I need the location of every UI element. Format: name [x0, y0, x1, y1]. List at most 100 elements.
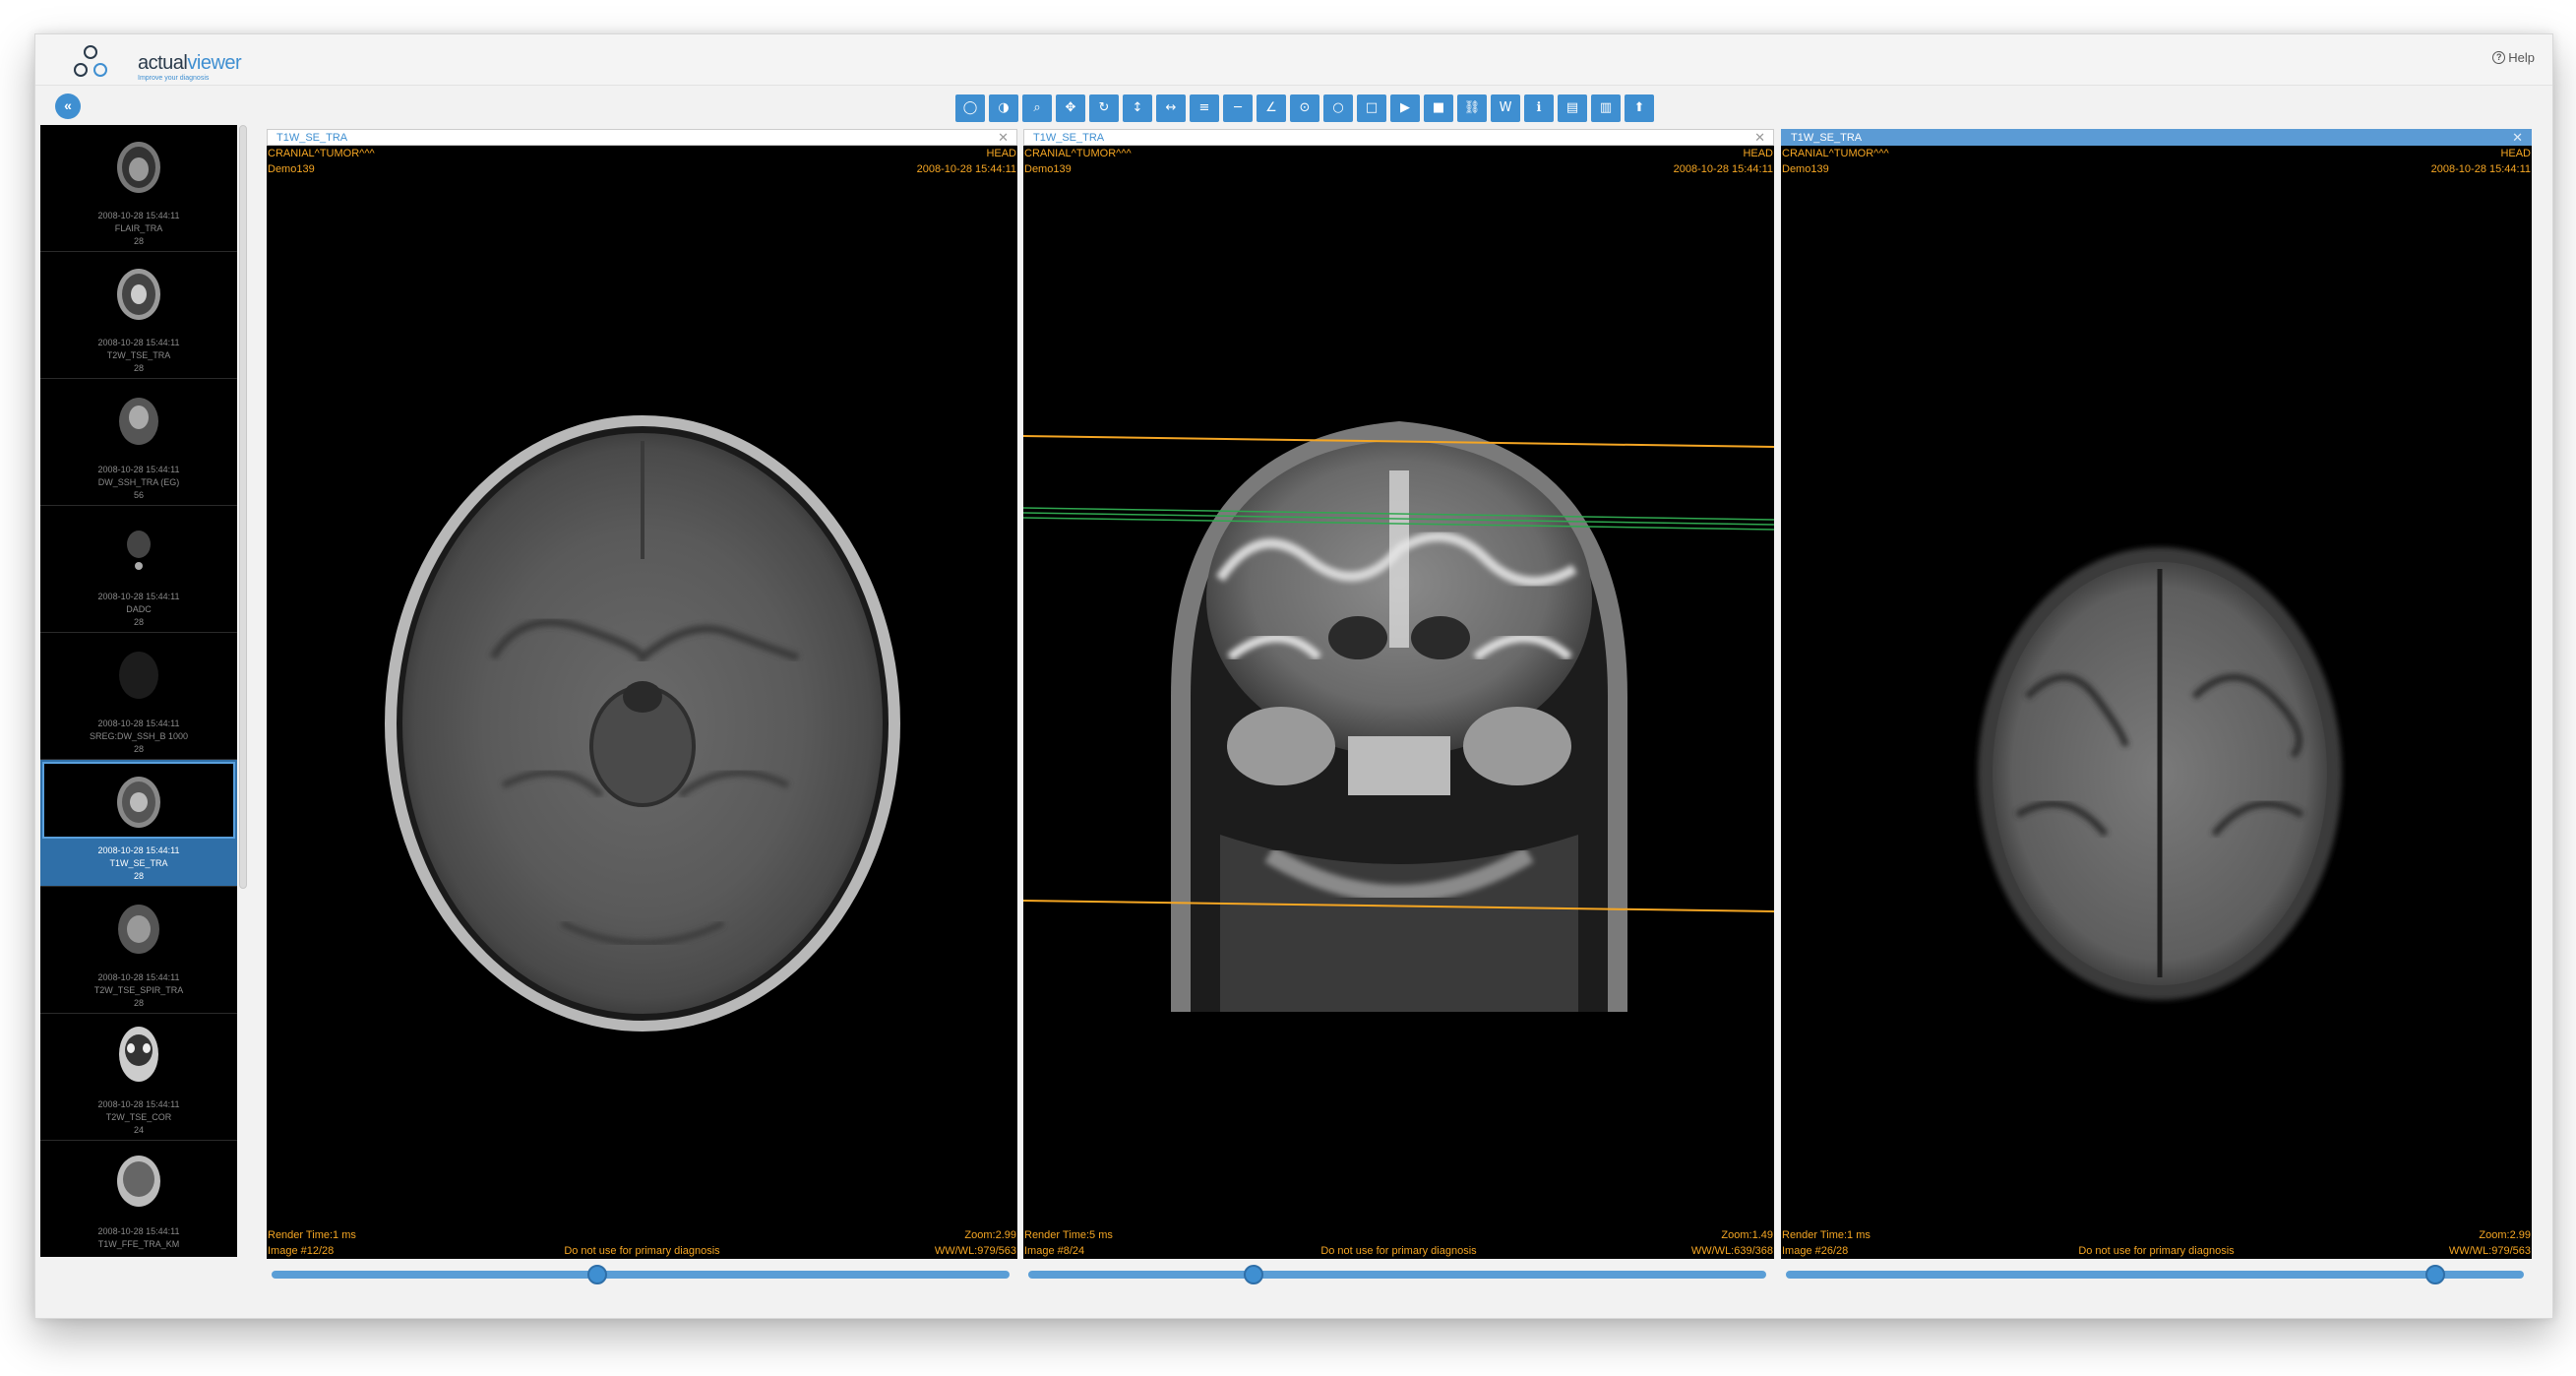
- link-icon: ⛓: [1463, 100, 1481, 115]
- zoom-button[interactable]: ⌕: [1022, 94, 1052, 122]
- viewport-canvas[interactable]: CRANIAL^TUMOR^^^ Demo139 HEAD 2008-10-28 15…: [1023, 146, 1774, 1259]
- stack-icon: ≡: [1198, 100, 1210, 115]
- series-name: DW_SSH_TRA (EG): [97, 477, 180, 487]
- pin-button[interactable]: ⬆: [1625, 94, 1654, 122]
- help-label: Help: [2508, 50, 2535, 65]
- overlay-top-left: CRANIAL^TUMOR^^^ Demo139: [1024, 146, 1132, 177]
- body-part: HEAD: [1743, 148, 1773, 159]
- document-button[interactable]: ▤: [1558, 94, 1587, 122]
- series-item[interactable]: 2008-10-28 15:44:11 FLAIR_TRA 28: [40, 125, 237, 252]
- slider-thumb[interactable]: [1244, 1265, 1263, 1284]
- series-date: 2008-10-28 15:44:11: [97, 1099, 180, 1109]
- viewport-canvas[interactable]: CRANIAL^TUMOR^^^ Demo139 HEAD 2008-10-28 15…: [267, 146, 1017, 1259]
- window-level-icon: ◯: [962, 100, 978, 115]
- series-item[interactable]: 2008-10-28 15:44:11 T1W_SE_TRA 28: [40, 760, 237, 887]
- window-level: WW/WL:979/563: [2448, 1245, 2531, 1257]
- series-date: 2008-10-28 15:44:11: [97, 972, 180, 982]
- series-meta: 2008-10-28 15:44:11 T2W_TSE_TRA 28: [40, 337, 237, 375]
- play-button[interactable]: ▶: [1390, 94, 1420, 122]
- help-link[interactable]: ? Help: [2492, 50, 2535, 65]
- stack-button[interactable]: ≡: [1190, 94, 1219, 122]
- series-item[interactable]: 2008-10-28 15:44:11 T2W_TSE_COR 24: [40, 1014, 237, 1141]
- flip-horizontal-button[interactable]: ↔: [1156, 94, 1186, 122]
- viewport[interactable]: T1W_SE_TRA ✕ CRANIAL^TUMOR^^^ Demo139 HEAD 2…: [267, 129, 1017, 1271]
- flip-vertical-button[interactable]: ↕: [1123, 94, 1152, 122]
- report-button[interactable]: ▥: [1591, 94, 1621, 122]
- viewport[interactable]: T1W_SE_TRA ✕ CRANIAL^TUMOR^^^ Demo139 HEAD 2…: [1781, 129, 2532, 1271]
- body-part: HEAD: [2500, 148, 2531, 159]
- series-item[interactable]: 2008-10-28 15:44:11 T2W_TSE_SPIR_TRA 28: [40, 887, 237, 1014]
- rotate-button[interactable]: ↻: [1089, 94, 1119, 122]
- series-meta: 2008-10-28 15:44:11 T1W_SE_TRA 28: [40, 844, 237, 883]
- overlay-top-right: HEAD 2008-10-28 15:44:11: [2431, 146, 2531, 177]
- image-slider[interactable]: [1786, 1265, 2524, 1284]
- series-thumbnail: [42, 762, 235, 839]
- line-measure-button[interactable]: ─: [1223, 94, 1253, 122]
- series-date: 2008-10-28 15:44:11: [97, 845, 180, 855]
- viewport-titlebar[interactable]: T1W_SE_TRA ✕: [1023, 129, 1774, 146]
- invert-button[interactable]: ◑: [989, 94, 1018, 122]
- ellipse-roi-icon: ⊙: [1299, 100, 1311, 115]
- flip-horizontal-icon: ↔: [1165, 100, 1177, 115]
- image-slider[interactable]: [1028, 1265, 1766, 1284]
- window-level: WW/WL:639/368: [1690, 1245, 1773, 1257]
- window-level-button[interactable]: ◯: [955, 94, 985, 122]
- patient-id: Demo139: [1782, 163, 1829, 175]
- disclaimer: Do not use for primary diagnosis: [2078, 1245, 2235, 1257]
- viewport-title: T1W_SE_TRA: [1791, 132, 1863, 144]
- series-count: 28: [133, 363, 144, 373]
- angle-button[interactable]: ∠: [1257, 94, 1286, 122]
- viewport-canvas[interactable]: CRANIAL^TUMOR^^^ Demo139 HEAD 2008-10-28 15…: [1781, 146, 2532, 1259]
- study-datetime: 2008-10-28 15:44:11: [916, 163, 1016, 175]
- link-button[interactable]: ⛓: [1457, 94, 1487, 122]
- ww-button[interactable]: W: [1491, 94, 1520, 122]
- slider-thumb[interactable]: [2425, 1265, 2445, 1284]
- series-item[interactable]: 2008-10-28 15:44:11 DADC 28: [40, 506, 237, 633]
- document-icon: ▤: [1565, 100, 1579, 115]
- series-meta: 2008-10-28 15:44:11 FLAIR_TRA 28: [40, 210, 237, 248]
- series-name: T1W_SE_TRA: [109, 858, 168, 868]
- collapse-panel-button[interactable]: «: [55, 94, 81, 119]
- double-chevron-left-icon: «: [64, 97, 72, 113]
- patient-name: CRANIAL^TUMOR^^^: [268, 148, 375, 159]
- series-date: 2008-10-28 15:44:11: [97, 719, 180, 728]
- series-meta: 2008-10-28 15:44:11 T1W_FFE_TRA_KM: [40, 1225, 237, 1251]
- series-list-scrollbar[interactable]: [239, 125, 247, 889]
- close-icon[interactable]: ✕: [1754, 130, 1765, 146]
- slider-track[interactable]: [1028, 1271, 1766, 1279]
- series-meta: 2008-10-28 15:44:11 T2W_TSE_COR 24: [40, 1098, 237, 1137]
- stop-button[interactable]: ■: [1424, 94, 1453, 122]
- pan-button[interactable]: ✥: [1056, 94, 1085, 122]
- series-item[interactable]: 2008-10-28 15:44:11 T2W_TSE_TRA 28: [40, 252, 237, 379]
- overlay-top-left: CRANIAL^TUMOR^^^ Demo139: [268, 146, 375, 177]
- angle-icon: ∠: [1265, 100, 1277, 115]
- zoom-icon: ⌕: [1033, 100, 1041, 115]
- info-button[interactable]: ℹ: [1524, 94, 1554, 122]
- rectangle-roi-icon: □: [1365, 100, 1379, 115]
- viewport-titlebar[interactable]: T1W_SE_TRA ✕: [1781, 129, 2532, 146]
- study-datetime: 2008-10-28 15:44:11: [1673, 163, 1773, 175]
- series-item[interactable]: 2008-10-28 15:44:11 DW_SSH_TRA (EG) 56: [40, 379, 237, 506]
- series-thumbnail: [42, 254, 235, 331]
- series-count: 28: [133, 998, 144, 1008]
- disclaimer: Do not use for primary diagnosis: [564, 1245, 720, 1257]
- viewport-titlebar[interactable]: T1W_SE_TRA ✕: [267, 129, 1017, 146]
- slider-thumb[interactable]: [587, 1265, 607, 1284]
- series-date: 2008-10-28 15:44:11: [97, 465, 180, 474]
- overlay-bottom-right: Zoom:1.49 WW/WL:639/368: [1691, 1227, 1773, 1259]
- flip-vertical-icon: ↕: [1132, 100, 1143, 115]
- close-icon[interactable]: ✕: [998, 130, 1009, 146]
- close-icon[interactable]: ✕: [2512, 130, 2523, 146]
- series-date: 2008-10-28 15:44:11: [97, 211, 180, 220]
- logo-word-viewer: viewer: [187, 52, 242, 74]
- circle-roi-button[interactable]: ○: [1323, 94, 1353, 122]
- viewport[interactable]: T1W_SE_TRA ✕ CRANIAL^TUMOR^^^ Demo139 HE…: [1023, 129, 1774, 1271]
- ellipse-roi-button[interactable]: ⊙: [1290, 94, 1319, 122]
- slider-track[interactable]: [272, 1271, 1010, 1279]
- image-slider[interactable]: [272, 1265, 1010, 1284]
- series-item[interactable]: 2008-10-28 15:44:11 SREG:DW_SSH_B 1000 28: [40, 633, 237, 760]
- rectangle-roi-button[interactable]: □: [1357, 94, 1386, 122]
- slider-track[interactable]: [1786, 1271, 2524, 1279]
- series-item[interactable]: 2008-10-28 15:44:11 T1W_FFE_TRA_KM: [40, 1141, 237, 1257]
- overlay-bottom-right: Zoom:2.99 WW/WL:979/563: [935, 1227, 1016, 1259]
